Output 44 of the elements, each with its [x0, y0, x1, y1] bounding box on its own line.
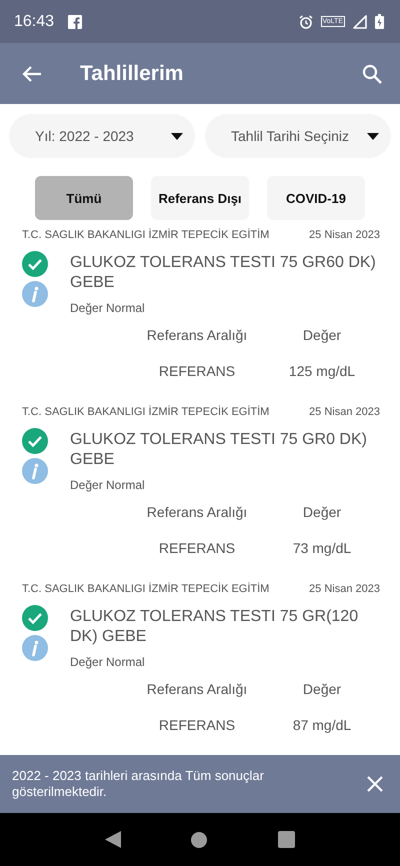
column-header: Referans Aralığı [146, 681, 248, 697]
home-icon[interactable] [191, 832, 208, 848]
table-cell-text: REFERANS [158, 363, 236, 379]
table-cell-text: REFERANS [158, 717, 236, 733]
table-cell-text: 125 mg/dL [288, 363, 356, 379]
column-header: Değer [302, 504, 342, 520]
filter-tab[interactable]: Referans Dışı [151, 176, 249, 220]
back-icon[interactable] [105, 831, 122, 848]
result-status: Değer Normal [70, 478, 146, 492]
battery-icon [375, 14, 384, 29]
result-status: Değer Normal [70, 655, 146, 669]
clock-time: 16:43 [14, 12, 54, 30]
result-date: 25 Nisan 2023 [309, 583, 380, 595]
column-header: Referans Aralığı [146, 327, 248, 343]
search-icon[interactable] [362, 64, 382, 84]
dropdown[interactable]: Tahlil Tarihi Seçiniz [205, 114, 391, 158]
column-header: Referans Aralığı [146, 504, 248, 520]
signal-icon [353, 14, 367, 28]
test-name: GLUKOZ TOLERANS TESTI 75 GR0 DK) GEBE [70, 430, 368, 470]
table-cell-text: REFERANS [158, 540, 236, 556]
column-header: Değer [302, 681, 342, 697]
result-date: 25 Nisan 2023 [309, 406, 380, 418]
table-cell-text: 87 mg/dL [292, 717, 352, 733]
screen-title: Tahlillerim [80, 62, 184, 86]
filter-tab[interactable]: COVID-19 [267, 176, 365, 220]
close-icon[interactable] [367, 776, 383, 792]
column-header: Değer [302, 327, 342, 343]
alarm-icon [298, 14, 312, 28]
test-name: GLUKOZ TOLERANS TESTI 75 GR(120 DK) GEBE [70, 607, 360, 647]
dropdown[interactable]: Yıl: 2022 - 2023 [9, 114, 195, 158]
caret-icon [367, 132, 379, 140]
recents-icon[interactable] [278, 831, 295, 848]
result-date: 25 Nisan 2023 [309, 229, 380, 241]
table-cell-text: 73 mg/dL [292, 540, 352, 556]
result-status: Değer Normal [70, 301, 146, 315]
back-arrow-icon[interactable] [22, 64, 42, 82]
hospital-name: T.C. SAGLIK BAKANLIGI İZMİR TEPECİK EGİTİM [22, 229, 270, 241]
snackbar-message: 2022 - 2023 tarihleri arasında Tüm sonuçlar gösterilmektedir. [12, 768, 265, 800]
filter-tab[interactable]: Tümü [35, 176, 133, 220]
hospital-name: T.C. SAGLIK BAKANLIGI İZMİR TEPECİK EGİTİM [22, 583, 270, 595]
test-name: GLUKOZ TOLERANS TESTI 75 GR60 DK) GEBE [70, 253, 377, 293]
facebook-icon [68, 14, 82, 28]
caret-icon [171, 132, 183, 140]
hospital-name: T.C. SAGLIK BAKANLIGI İZMİR TEPECİK EGİTİM [22, 406, 270, 418]
